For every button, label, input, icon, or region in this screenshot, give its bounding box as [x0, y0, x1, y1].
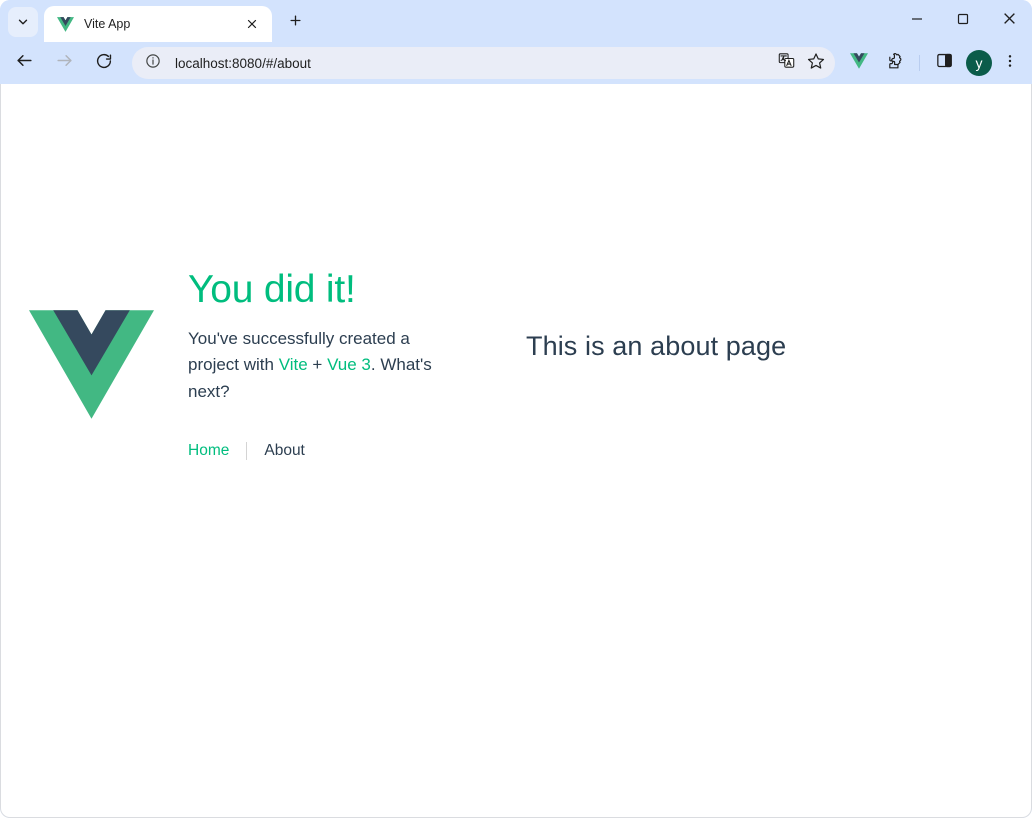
forward-button[interactable]: [48, 47, 80, 79]
plus-separator: +: [307, 355, 328, 375]
bookmark-button[interactable]: [801, 48, 831, 78]
close-window-button[interactable]: [986, 0, 1032, 42]
close-icon[interactable]: [242, 14, 262, 34]
close-icon: [1003, 12, 1016, 30]
arrow-left-icon: [15, 51, 34, 75]
new-tab-button[interactable]: [281, 9, 309, 37]
puzzle-icon: [886, 52, 904, 75]
chevron-down-icon: [16, 15, 30, 29]
minimize-button[interactable]: [894, 0, 940, 42]
tab-strip: Vite App: [0, 0, 1032, 42]
reload-button[interactable]: [88, 47, 120, 79]
chrome-menu-button[interactable]: [996, 47, 1024, 79]
vue-app-root: You did it! You've successfully created …: [1, 84, 1031, 460]
page-viewport: You did it! You've successfully created …: [0, 84, 1032, 818]
vue-logo-icon: [850, 52, 868, 75]
toolbar-divider: [919, 55, 920, 71]
tab-title: Vite App: [84, 17, 131, 31]
maximize-button[interactable]: [940, 0, 986, 42]
reload-icon: [95, 52, 113, 75]
welcome-block: You did it! You've successfully created …: [188, 268, 451, 460]
star-icon: [807, 52, 825, 75]
translate-button[interactable]: [771, 48, 801, 78]
side-panel-button[interactable]: [929, 47, 959, 79]
about-heading: This is an about page: [526, 331, 787, 361]
nav-link-home[interactable]: Home: [188, 442, 246, 460]
main-content: This is an about page: [451, 269, 1031, 362]
extensions-button[interactable]: [880, 47, 910, 79]
back-button[interactable]: [8, 47, 40, 79]
info-icon: [145, 53, 161, 74]
vue-logo-icon: [57, 16, 74, 33]
avatar[interactable]: y: [966, 50, 992, 76]
browser-tab[interactable]: Vite App: [44, 6, 272, 42]
translate-icon: [778, 52, 795, 74]
page-title: You did it!: [188, 268, 356, 311]
kebab-menu-icon: [1002, 53, 1018, 74]
nav-link-about[interactable]: About: [246, 441, 322, 460]
vue-logo-icon: [29, 302, 154, 427]
side-panel-icon: [936, 52, 953, 74]
address-bar[interactable]: localhost:8080/#/about: [132, 47, 835, 79]
welcome-message: You've successfully created a project wi…: [188, 326, 438, 405]
vite-link[interactable]: Vite: [279, 355, 308, 374]
site-info-button[interactable]: [140, 50, 166, 76]
app-header: You did it! You've successfully created …: [1, 268, 451, 460]
url-text[interactable]: localhost:8080/#/about: [175, 56, 771, 71]
arrow-right-icon: [55, 51, 74, 75]
window-controls: [894, 0, 1032, 42]
browser-window: Vite App localhost:8080/#/about y You di…: [0, 0, 1032, 818]
plus-icon: [288, 13, 303, 33]
vue-devtools-button[interactable]: [844, 47, 874, 79]
tab-search-button[interactable]: [8, 7, 38, 37]
avatar-initial: y: [975, 55, 983, 71]
minimize-icon: [911, 12, 923, 30]
app-nav: Home About: [188, 441, 451, 460]
maximize-icon: [957, 12, 969, 30]
browser-toolbar: localhost:8080/#/about y: [0, 42, 1032, 84]
vue-link[interactable]: Vue 3: [327, 355, 371, 374]
